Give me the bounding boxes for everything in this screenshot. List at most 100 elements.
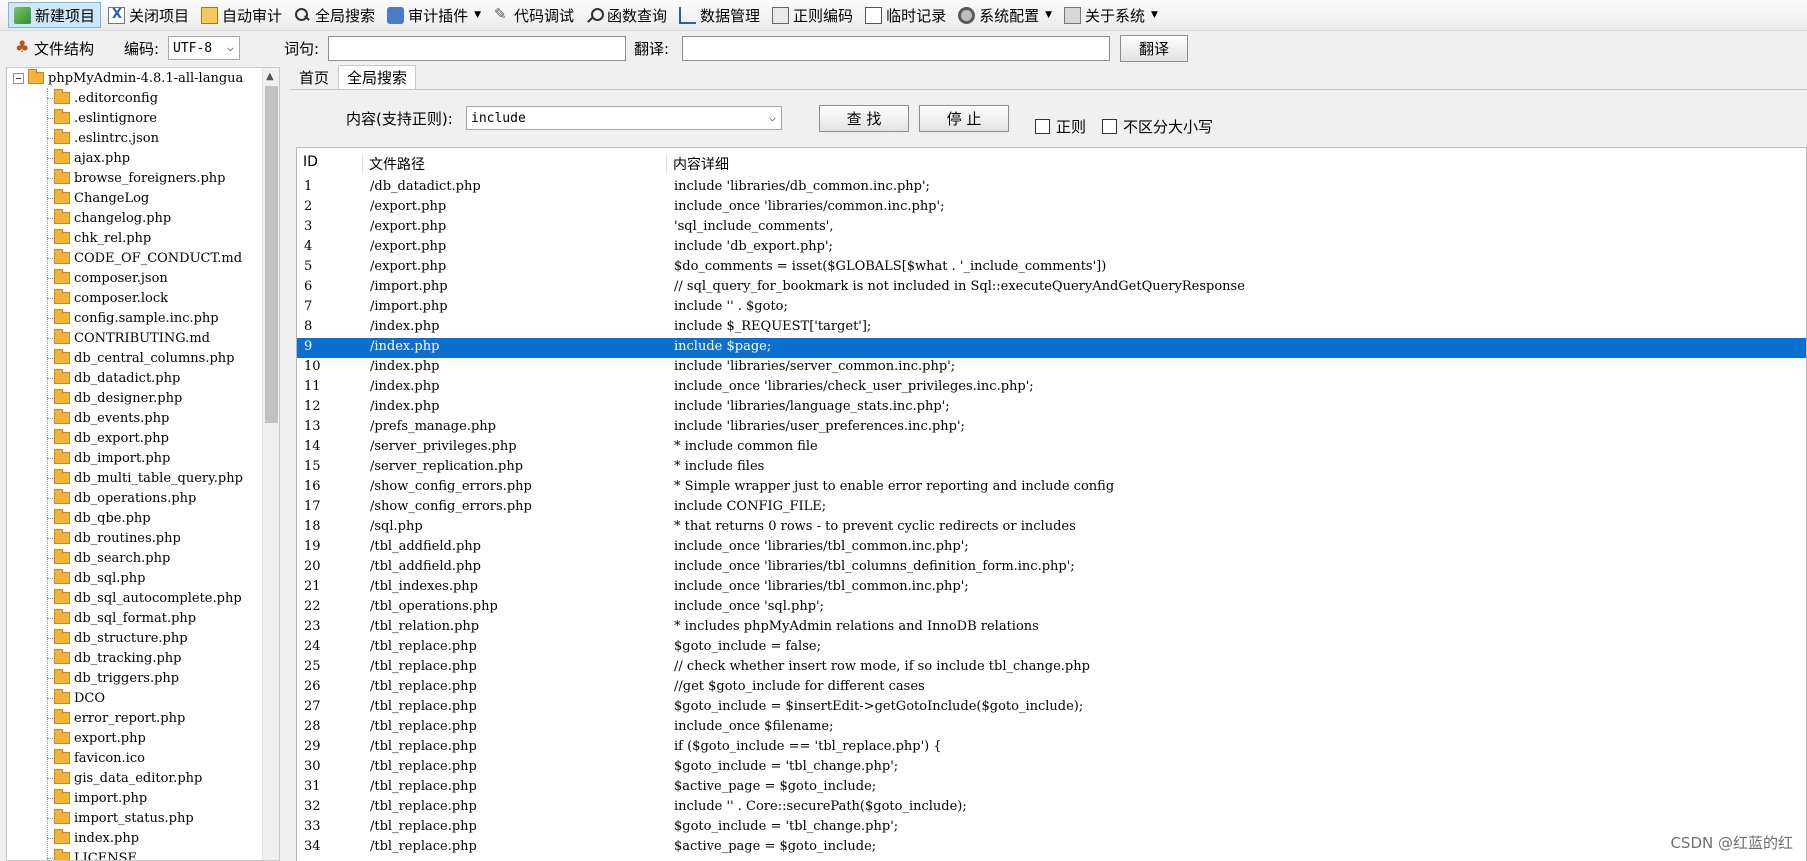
toolbar-button-data-manage[interactable]: 数据管理	[674, 2, 765, 28]
case-checkbox-box[interactable]	[1102, 119, 1117, 134]
toolbar-button-regex[interactable]: 正则编码	[767, 2, 858, 28]
tree-item[interactable]: browse_foreigners.php	[7, 168, 265, 188]
tree-item[interactable]: export.php	[7, 728, 265, 748]
table-row[interactable]: 12/index.php include 'libraries/language_…	[297, 398, 1806, 418]
scrollbar-thumb[interactable]	[265, 86, 278, 423]
column-header-detail[interactable]: 内容详细	[667, 154, 1806, 174]
tree-item[interactable]: DCO	[7, 688, 265, 708]
file-structure-label[interactable]: 文件结构	[34, 38, 94, 59]
tree-item[interactable]: db_sql.php	[7, 568, 265, 588]
toolbar-button-code-debug[interactable]: 代码调试	[488, 2, 579, 28]
regex-checkbox[interactable]: 正则	[1035, 116, 1086, 137]
tree-item[interactable]: db_routines.php	[7, 528, 265, 548]
tree-item[interactable]: db_tracking.php	[7, 648, 265, 668]
toolbar-button-plugin[interactable]: 审计插件 ▼	[382, 2, 486, 28]
table-row[interactable]: 23/tbl_relation.php * includes phpMyAdmin…	[297, 618, 1806, 638]
toolbar-button-global-search[interactable]: 全局搜索	[289, 2, 380, 28]
table-row[interactable]: 13/prefs_manage.php include 'libraries/us…	[297, 418, 1806, 438]
dropdown-arrow-icon[interactable]: ▼	[1045, 10, 1052, 20]
scroll-up-icon[interactable]: ▲	[266, 71, 274, 82]
tree-item[interactable]: index.php	[7, 828, 265, 848]
toolbar-button-close-project[interactable]: 关闭项目	[103, 2, 194, 28]
table-row[interactable]: 16/show_config_errors.php * Simple wrappe…	[297, 478, 1806, 498]
table-row[interactable]: 8/index.php include $_REQUEST['target'];	[297, 318, 1806, 338]
toolbar-button-auto-audit[interactable]: 自动审计	[196, 2, 287, 28]
tree-item[interactable]: import.php	[7, 788, 265, 808]
tree-item[interactable]: import_status.php	[7, 808, 265, 828]
table-row[interactable]: 33/tbl_replace.php $goto_include = 'tbl_c…	[297, 818, 1806, 838]
regex-checkbox-box[interactable]	[1035, 119, 1050, 134]
table-row[interactable]: 24/tbl_replace.php $goto_include = false;	[297, 638, 1806, 658]
table-row[interactable]: 4/export.php include 'db_export.php';	[297, 238, 1806, 258]
tree-item[interactable]: .eslintrc.json	[7, 128, 265, 148]
table-row[interactable]: 27/tbl_replace.php $goto_include = $inser…	[297, 698, 1806, 718]
tree-scrollbar[interactable]: ▲	[262, 68, 279, 860]
table-row[interactable]: 20/tbl_addfield.php include_once 'librari…	[297, 558, 1806, 578]
table-row[interactable]: 26/tbl_replace.php //get $goto_include fo…	[297, 678, 1806, 698]
tree-item[interactable]: db_sql_autocomplete.php	[7, 588, 265, 608]
toolbar-button-temp-record[interactable]: 临时记录	[860, 2, 951, 28]
table-row[interactable]: 21/tbl_indexes.php include_once 'librarie…	[297, 578, 1806, 598]
tree-item[interactable]: db_sql_format.php	[7, 608, 265, 628]
tree-item[interactable]: LICENSE	[7, 848, 265, 860]
table-row[interactable]: 14/server_privileges.php * include common…	[297, 438, 1806, 458]
table-row[interactable]: 6/import.php // sql_query_for_bookmark is…	[297, 278, 1806, 298]
table-row[interactable]: 9/index.php include $page;	[297, 338, 1806, 358]
tab-home[interactable]: 首页	[290, 65, 339, 89]
table-row[interactable]: 30/tbl_replace.php $goto_include = 'tbl_c…	[297, 758, 1806, 778]
tree-item[interactable]: db_search.php	[7, 548, 265, 568]
tree-item[interactable]: composer.lock	[7, 288, 265, 308]
toolbar-button-function-query[interactable]: 函数查询	[581, 2, 672, 28]
table-row[interactable]: 2/export.php include_once 'libraries/comm…	[297, 198, 1806, 218]
table-row[interactable]: 34/tbl_replace.php $active_page = $goto_i…	[297, 838, 1806, 858]
tree-item[interactable]: db_datadict.php	[7, 368, 265, 388]
tree-item[interactable]: db_central_columns.php	[7, 348, 265, 368]
tree-item[interactable]: ChangeLog	[7, 188, 265, 208]
tree-item[interactable]: .eslintignore	[7, 108, 265, 128]
table-row[interactable]: 19/tbl_addfield.php include_once 'librari…	[297, 538, 1806, 558]
tree-item[interactable]: db_qbe.php	[7, 508, 265, 528]
case-insensitive-checkbox[interactable]: 不区分大小写	[1102, 116, 1213, 137]
tree-item[interactable]: .editorconfig	[7, 88, 265, 108]
table-row[interactable]: 31/tbl_replace.php $active_page = $goto_i…	[297, 778, 1806, 798]
dropdown-arrow-icon[interactable]: ▼	[474, 10, 481, 20]
tree-item[interactable]: db_export.php	[7, 428, 265, 448]
collapse-icon[interactable]	[13, 72, 24, 84]
tree-item[interactable]: error_report.php	[7, 708, 265, 728]
column-header-path[interactable]: 文件路径	[363, 154, 667, 174]
tree-root-node[interactable]: phpMyAdmin-4.8.1-all-langua	[7, 68, 265, 88]
table-row[interactable]: 3/export.php 'sql_include_comments',	[297, 218, 1806, 238]
tree-item[interactable]: db_triggers.php	[7, 668, 265, 688]
table-row[interactable]: 28/tbl_replace.php include_once $filename…	[297, 718, 1806, 738]
tree-item[interactable]: db_structure.php	[7, 628, 265, 648]
toolbar-button-new-project[interactable]: 新建项目	[8, 2, 102, 28]
table-row[interactable]: 17/show_config_errors.php include CONFIG_…	[297, 498, 1806, 518]
table-row[interactable]: 15/server_replication.php * include files	[297, 458, 1806, 478]
table-row[interactable]: 18/sql.php * that returns 0 rows - to pre…	[297, 518, 1806, 538]
tree-item[interactable]: db_designer.php	[7, 388, 265, 408]
table-row[interactable]: 1/db_datadict.php include 'libraries/db_c…	[297, 178, 1806, 198]
tree-item[interactable]: CONTRIBUTING.md	[7, 328, 265, 348]
tree-item[interactable]: db_multi_table_query.php	[7, 468, 265, 488]
tree-item[interactable]: gis_data_editor.php	[7, 768, 265, 788]
table-row[interactable]: 22/tbl_operations.php include_once 'sql.p…	[297, 598, 1806, 618]
table-row[interactable]: 25/tbl_replace.php // check whether inser…	[297, 658, 1806, 678]
tree-item[interactable]: db_events.php	[7, 408, 265, 428]
table-row[interactable]: 7/import.php include '' . $goto;	[297, 298, 1806, 318]
encoding-select[interactable]: UTF-8 ⌵	[168, 36, 240, 60]
stop-button[interactable]: 停 止	[919, 105, 1009, 132]
toolbar-button-about[interactable]: 关于系统 ▼	[1059, 2, 1163, 28]
content-search-input[interactable]: include ⌵	[466, 106, 782, 130]
table-row[interactable]: 11/index.php include_once 'libraries/chec…	[297, 378, 1806, 398]
tree-item[interactable]: ajax.php	[7, 148, 265, 168]
dropdown-arrow-icon[interactable]: ▼	[1151, 10, 1158, 20]
table-row[interactable]: 32/tbl_replace.php include '' . Core::sec…	[297, 798, 1806, 818]
table-row[interactable]: 29/tbl_replace.php if ($goto_include == '…	[297, 738, 1806, 758]
tree-item[interactable]: composer.json	[7, 268, 265, 288]
find-button[interactable]: 查 找	[819, 105, 909, 132]
word-input[interactable]	[328, 36, 626, 61]
tree-item[interactable]: db_import.php	[7, 448, 265, 468]
tree-item[interactable]: CODE_OF_CONDUCT.md	[7, 248, 265, 268]
translate-button[interactable]: 翻译	[1120, 35, 1188, 62]
tab-global-search[interactable]: 全局搜索	[338, 65, 417, 89]
